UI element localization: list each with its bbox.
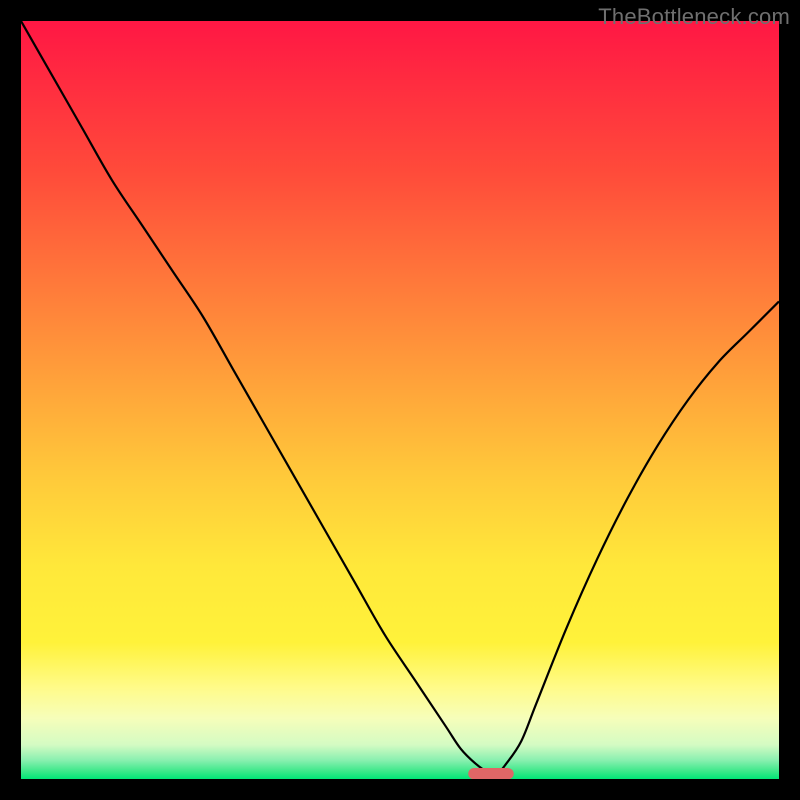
watermark-text: TheBottleneck.com xyxy=(598,4,790,30)
gradient-background xyxy=(21,21,779,779)
bottleneck-chart xyxy=(21,21,779,779)
plot-area xyxy=(21,21,779,779)
chart-frame: TheBottleneck.com xyxy=(0,0,800,800)
optimum-marker xyxy=(468,768,513,779)
